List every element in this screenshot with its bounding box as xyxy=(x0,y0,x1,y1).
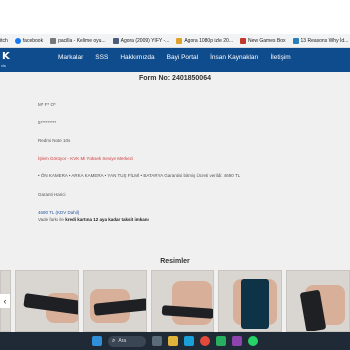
site-header: K vis Markalar SSS Hakkımızda Bayi Porta… xyxy=(0,48,350,72)
gallery-photo[interactable] xyxy=(82,270,147,332)
site-icon xyxy=(176,37,183,44)
site-icon xyxy=(112,37,119,44)
store-icon[interactable] xyxy=(216,336,226,346)
gallery-photo[interactable] xyxy=(150,270,215,332)
bookmark-agora-yify[interactable]: Agora (2009) YIFY -... xyxy=(112,37,169,44)
bookmark-agora-1080p[interactable]: Agora 1080p izle 20... xyxy=(176,37,233,44)
file-explorer-icon[interactable] xyxy=(168,336,178,346)
customer-name: M* F* O* xyxy=(38,102,56,107)
gallery-photo[interactable] xyxy=(218,270,283,332)
windows-start-icon[interactable] xyxy=(92,336,102,346)
bookmark-13-reasons[interactable]: 13 Reasons Why İd... xyxy=(292,37,348,44)
form-content: Form No: 2401850064 M* F* O* 5********* … xyxy=(0,72,350,332)
facebook-icon xyxy=(14,37,21,44)
nav-markalar[interactable]: Markalar xyxy=(58,54,83,61)
operations-list: • ÖN KAMERA • ARKA KAMERA • YAN TUŞ FİLM… xyxy=(38,173,241,178)
edge-icon[interactable] xyxy=(184,336,194,346)
nav-iletisim[interactable]: İletişim xyxy=(271,54,291,61)
device-model: Redmi Note 10s xyxy=(38,138,71,143)
nav-hakkimizda[interactable]: Hakkımızda xyxy=(120,54,154,61)
installment-bold: kredi kartına 12 aya kadar taksit imkanı xyxy=(65,217,149,222)
form-title: Form No: 2401850064 xyxy=(139,75,211,82)
bookmark-pacilla[interactable]: pacilla - Kelime oyu... xyxy=(50,37,106,44)
site-logo-subtext: vis xyxy=(1,63,6,68)
site-logo[interactable]: K xyxy=(2,51,10,62)
gallery-photo[interactable] xyxy=(286,270,350,332)
gallery-title: Resimler xyxy=(160,258,190,265)
gallery-photo[interactable] xyxy=(15,270,79,332)
app-icon[interactable] xyxy=(232,336,242,346)
customer-phone: 5********* xyxy=(38,120,57,125)
service-status: İşlem Görüyor - KVK Mi Yüksek Seviye Mer… xyxy=(38,156,133,161)
gallery-prev-arrow[interactable]: ‹ xyxy=(0,294,10,308)
photo-gallery xyxy=(0,270,350,332)
whatsapp-icon[interactable] xyxy=(248,336,258,346)
warranty-status: Garanti Harici xyxy=(38,192,66,197)
bookmark-itch[interactable]: itch xyxy=(0,38,8,44)
games-icon xyxy=(240,37,246,44)
bookmark-new-games-box[interactable]: New Games Box xyxy=(240,37,286,44)
nav-sss[interactable]: SSS xyxy=(95,54,108,61)
chrome-icon[interactable] xyxy=(200,336,210,346)
price: 4690 TL (KDV Dahil) xyxy=(38,210,80,215)
site-icon xyxy=(292,37,299,44)
installment-prefix: Vade farkı ile xyxy=(38,217,64,222)
pacilla-icon xyxy=(50,37,57,44)
taskbar-search[interactable]: ⌕ Ara xyxy=(108,335,146,347)
search-icon: ⌕ xyxy=(112,337,116,344)
task-view-icon[interactable] xyxy=(152,336,162,346)
bookmarks-bar: itch facebook pacilla - Kelime oyu... Ag… xyxy=(0,34,350,48)
taskbar: ⌕ Ara xyxy=(0,332,350,350)
installment-info: Vade farkı ile kredi kartına 12 aya kada… xyxy=(38,217,149,222)
nav-insan-kaynaklari[interactable]: İnsan Kaynakları xyxy=(210,54,258,61)
nav-bayi-portal[interactable]: Bayi Portal xyxy=(167,54,198,61)
bookmark-facebook[interactable]: facebook xyxy=(14,37,43,44)
main-nav: Markalar SSS Hakkımızda Bayi Portal İnsa… xyxy=(58,54,303,61)
